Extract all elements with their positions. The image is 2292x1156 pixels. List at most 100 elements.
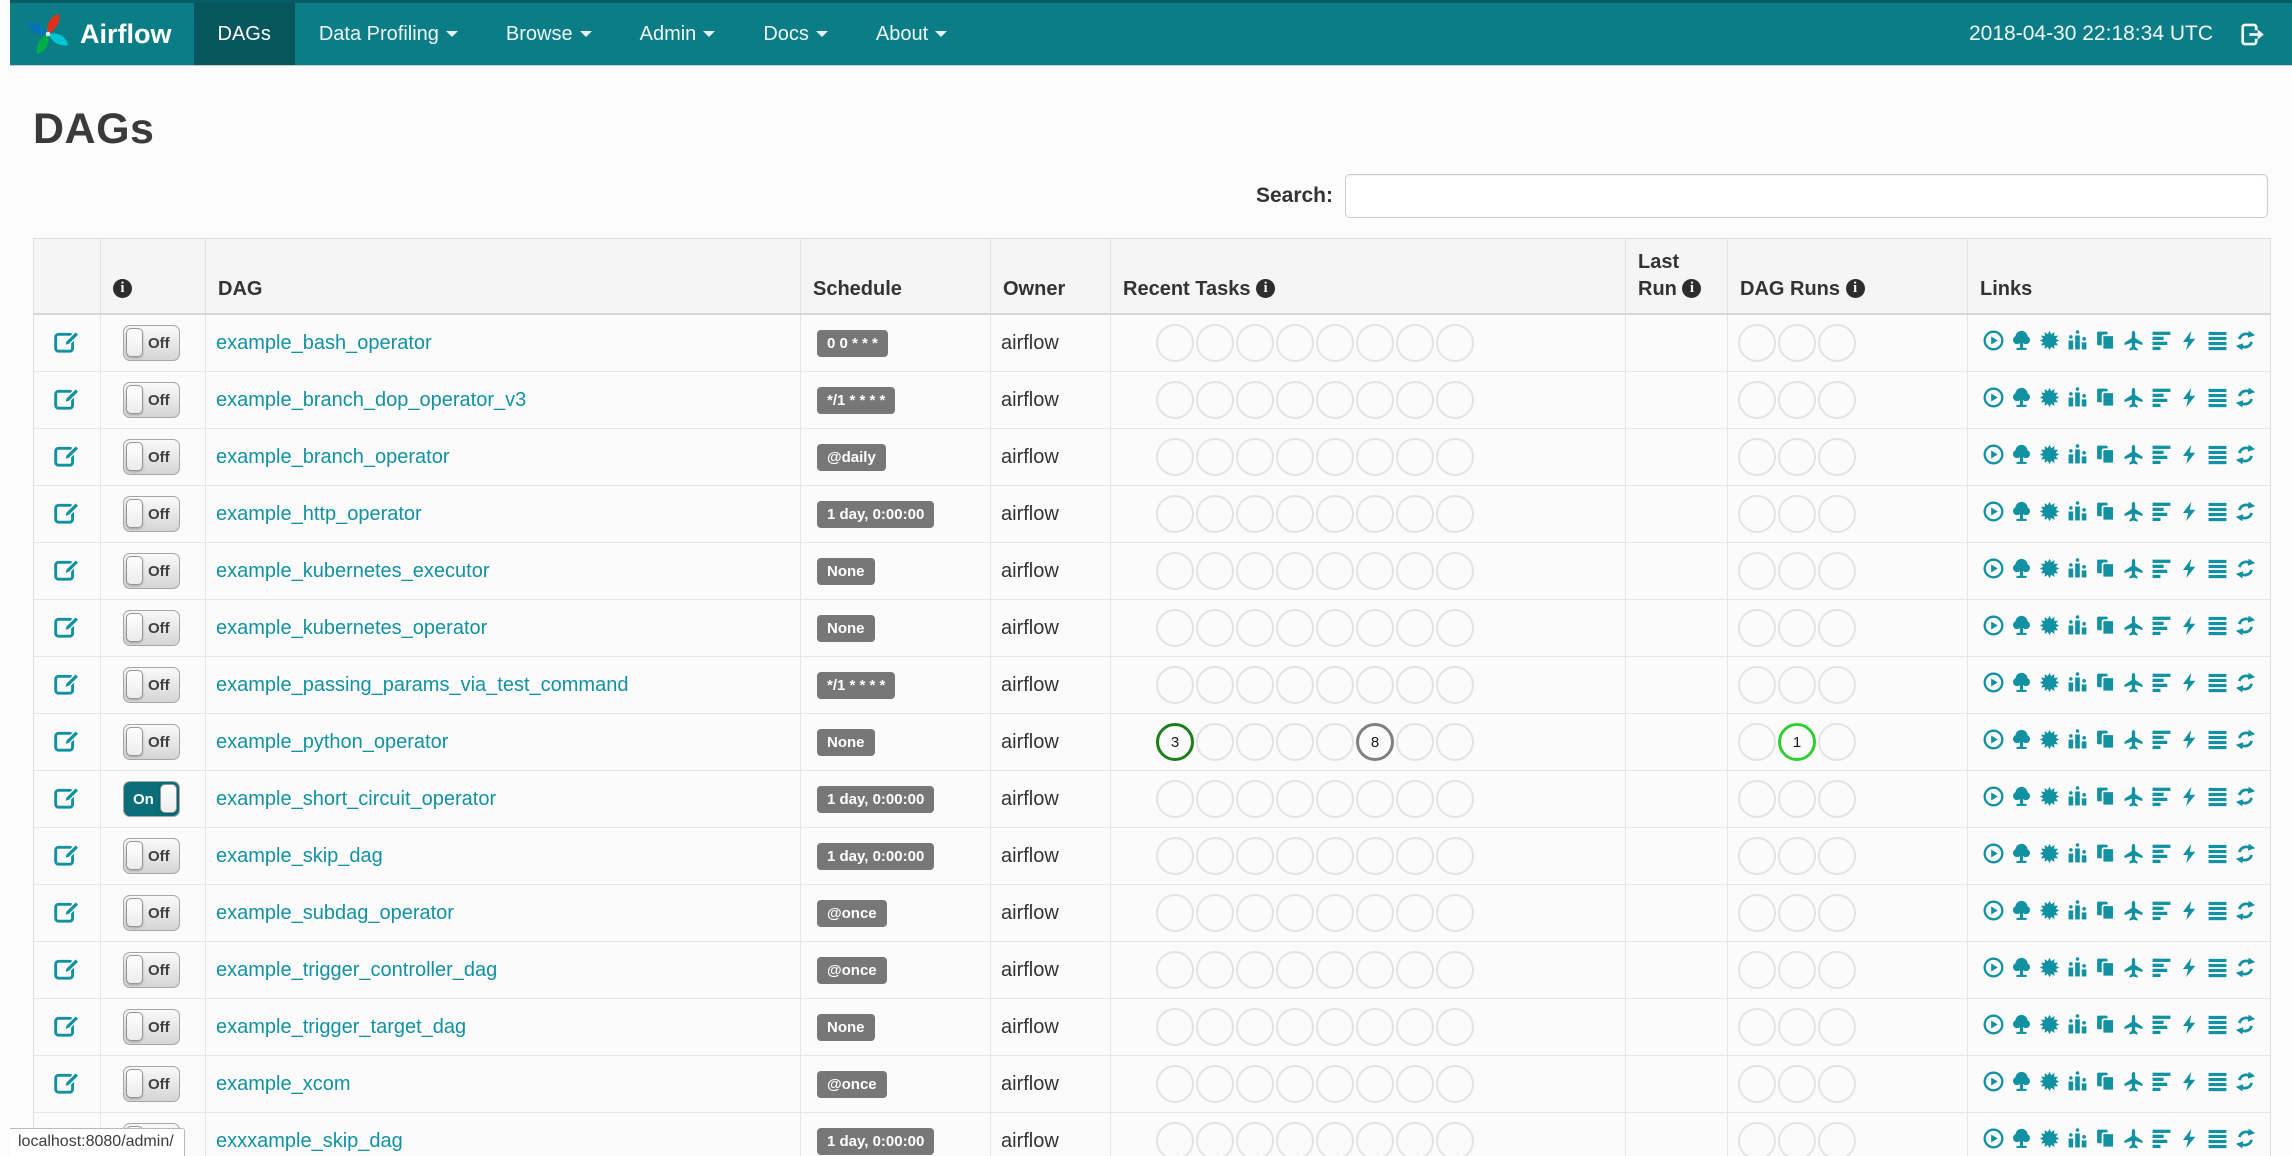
task-state-circle[interactable]	[1396, 495, 1434, 533]
graph-view-icon[interactable]	[2039, 387, 2060, 408]
logs-icon[interactable]	[2207, 558, 2228, 579]
task-state-circle[interactable]	[1276, 324, 1314, 362]
task-state-circle[interactable]	[1156, 837, 1194, 875]
dag-link[interactable]: example_passing_params_via_test_command	[216, 674, 628, 696]
task-state-circle[interactable]	[1196, 780, 1234, 818]
task-state-circle[interactable]	[1436, 438, 1474, 476]
dag-link[interactable]: example_branch_dop_operator_v3	[216, 389, 526, 411]
task-state-circle[interactable]	[1236, 381, 1274, 419]
task-state-circle[interactable]	[1316, 780, 1354, 818]
gantt-view-icon[interactable]	[2151, 672, 2172, 693]
task-state-circle[interactable]	[1436, 552, 1474, 590]
dag-link[interactable]: example_subdag_operator	[216, 902, 454, 924]
task-state-circle[interactable]	[1276, 1122, 1314, 1156]
task-state-circle[interactable]	[1156, 495, 1194, 533]
task-state-circle[interactable]	[1436, 780, 1474, 818]
trigger-dag-icon[interactable]	[1983, 615, 2004, 636]
task-state-circle[interactable]	[1276, 381, 1314, 419]
code-view-icon[interactable]	[2179, 1071, 2200, 1092]
landing-times-icon[interactable]	[2123, 1071, 2144, 1092]
dag-link[interactable]: example_bash_operator	[216, 332, 432, 354]
task-state-circle[interactable]	[1436, 1065, 1474, 1103]
refresh-icon[interactable]	[2235, 1128, 2256, 1149]
graph-view-icon[interactable]	[2039, 786, 2060, 807]
task-state-circle[interactable]	[1156, 1008, 1194, 1046]
tree-view-icon[interactable]	[2011, 444, 2032, 465]
code-view-icon[interactable]	[2179, 1014, 2200, 1035]
task-state-circle[interactable]	[1156, 951, 1194, 989]
dag-run-state-circle[interactable]	[1818, 1008, 1856, 1046]
task-state-circle[interactable]	[1436, 609, 1474, 647]
tree-view-icon[interactable]	[2011, 900, 2032, 921]
trigger-dag-icon[interactable]	[1983, 786, 2004, 807]
tree-view-icon[interactable]	[2011, 501, 2032, 522]
refresh-icon[interactable]	[2235, 786, 2256, 807]
dag-run-state-circle[interactable]	[1818, 666, 1856, 704]
schedule-badge[interactable]: 1 day, 0:00:00	[817, 1127, 935, 1155]
logs-icon[interactable]	[2207, 672, 2228, 693]
task-duration-icon[interactable]	[2067, 1070, 2088, 1092]
task-state-circle[interactable]	[1236, 552, 1274, 590]
task-state-circle[interactable]	[1436, 1122, 1474, 1156]
graph-view-icon[interactable]	[2039, 444, 2060, 465]
task-duration-icon[interactable]	[2067, 500, 2088, 522]
dag-run-state-circle[interactable]	[1778, 951, 1816, 989]
schedule-badge[interactable]: @once	[817, 956, 887, 984]
task-state-circle[interactable]	[1396, 780, 1434, 818]
edit-dag-icon[interactable]	[53, 555, 81, 582]
task-state-circle[interactable]	[1196, 552, 1234, 590]
task-state-circle[interactable]	[1196, 1008, 1234, 1046]
nav-item-admin[interactable]: Admin	[616, 3, 740, 65]
dag-pause-toggle[interactable]: Off	[123, 325, 180, 361]
task-state-circle[interactable]	[1276, 780, 1314, 818]
dag-pause-toggle[interactable]: Off	[123, 895, 180, 931]
trigger-dag-icon[interactable]	[1983, 501, 2004, 522]
landing-times-icon[interactable]	[2123, 786, 2144, 807]
dag-pause-toggle[interactable]: Off	[123, 1009, 180, 1045]
logs-icon[interactable]	[2207, 900, 2228, 921]
refresh-icon[interactable]	[2235, 387, 2256, 408]
trigger-dag-icon[interactable]	[1983, 444, 2004, 465]
task-tries-icon[interactable]	[2095, 1128, 2116, 1149]
code-view-icon[interactable]	[2179, 957, 2200, 978]
dag-run-state-circle[interactable]	[1738, 381, 1776, 419]
dag-pause-toggle[interactable]: Off	[123, 610, 180, 646]
task-state-circle[interactable]	[1196, 438, 1234, 476]
refresh-icon[interactable]	[2235, 501, 2256, 522]
edit-dag-icon[interactable]	[53, 840, 81, 867]
task-state-circle[interactable]	[1316, 552, 1354, 590]
dag-run-state-circle[interactable]	[1778, 837, 1816, 875]
refresh-icon[interactable]	[2235, 330, 2256, 351]
code-view-icon[interactable]	[2179, 387, 2200, 408]
nav-item-docs[interactable]: Docs	[739, 3, 852, 65]
code-view-icon[interactable]	[2179, 330, 2200, 351]
task-state-circle[interactable]	[1436, 324, 1474, 362]
dag-pause-toggle[interactable]: Off	[123, 667, 180, 703]
refresh-icon[interactable]	[2235, 729, 2256, 750]
task-duration-icon[interactable]	[2067, 785, 2088, 807]
logs-icon[interactable]	[2207, 1071, 2228, 1092]
schedule-badge[interactable]: */1 * * * *	[817, 386, 896, 414]
graph-view-icon[interactable]	[2039, 900, 2060, 921]
refresh-icon[interactable]	[2235, 558, 2256, 579]
gantt-view-icon[interactable]	[2151, 843, 2172, 864]
tree-view-icon[interactable]	[2011, 615, 2032, 636]
task-state-circle[interactable]	[1316, 1008, 1354, 1046]
task-state-circle[interactable]	[1276, 837, 1314, 875]
code-view-icon[interactable]	[2179, 729, 2200, 750]
schedule-badge[interactable]: 1 day, 0:00:00	[817, 500, 935, 528]
schedule-badge[interactable]: 1 day, 0:00:00	[817, 842, 935, 870]
landing-times-icon[interactable]	[2123, 1014, 2144, 1035]
task-duration-icon[interactable]	[2067, 386, 2088, 408]
logs-icon[interactable]	[2207, 786, 2228, 807]
graph-view-icon[interactable]	[2039, 1071, 2060, 1092]
tree-view-icon[interactable]	[2011, 786, 2032, 807]
task-state-circle[interactable]	[1316, 324, 1354, 362]
task-duration-icon[interactable]	[2067, 443, 2088, 465]
code-view-icon[interactable]	[2179, 1128, 2200, 1149]
graph-view-icon[interactable]	[2039, 729, 2060, 750]
graph-view-icon[interactable]	[2039, 558, 2060, 579]
gantt-view-icon[interactable]	[2151, 558, 2172, 579]
task-state-circle[interactable]	[1356, 609, 1394, 647]
dag-run-state-circle[interactable]	[1778, 1065, 1816, 1103]
